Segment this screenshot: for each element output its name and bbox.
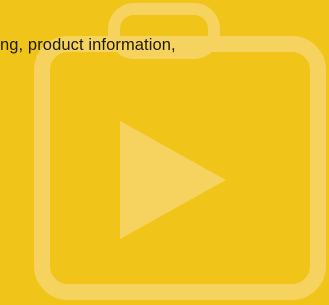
promo-panel: ng, product information,: [0, 0, 329, 305]
play-triangle-icon: [120, 121, 226, 239]
description-text: ng, product information,: [0, 36, 176, 54]
